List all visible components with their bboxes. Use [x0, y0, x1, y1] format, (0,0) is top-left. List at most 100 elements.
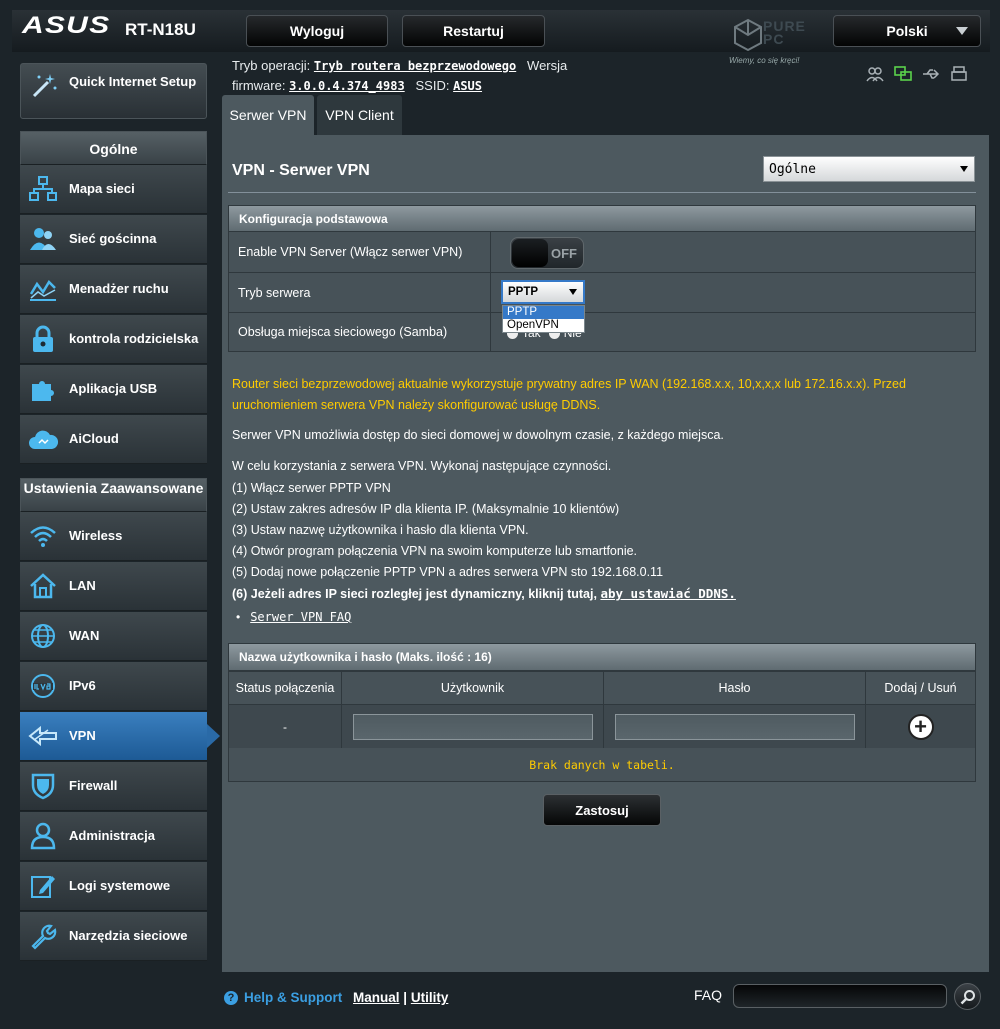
printer-icon[interactable]: [950, 66, 968, 82]
nav-label: Sieć gościnna: [69, 231, 157, 246]
search-icon: [960, 989, 975, 1004]
faq-search-input[interactable]: [733, 984, 947, 1008]
tab-vpn-client[interactable]: VPN Client: [317, 95, 402, 135]
quick-internet-setup-button[interactable]: Quick Internet Setup: [20, 63, 207, 119]
guest-users-icon: [28, 224, 58, 254]
advanced-section-head: Ustawienia Zaawansowane: [20, 478, 207, 512]
nav-label: IPv6: [69, 678, 96, 693]
steps-intro: W celu korzystania z serwera VPN. Wykona…: [232, 459, 612, 473]
shield-icon: [28, 771, 58, 801]
nav-lan[interactable]: LAN: [20, 562, 207, 611]
nav-parental-control[interactable]: kontrola rodzicielska: [20, 315, 207, 364]
add-user-plus-icon[interactable]: +: [907, 713, 934, 740]
basic-config-head: Konfiguracja podstawowa: [228, 205, 976, 232]
usb-icon[interactable]: [922, 66, 940, 82]
watermark-logo: PURE PC Wiemy, co się kręci!: [729, 18, 821, 66]
divider: [228, 192, 976, 193]
server-mode-select[interactable]: PPTP: [501, 280, 585, 304]
username-input[interactable]: [352, 713, 593, 740]
search-button[interactable]: [954, 983, 981, 1010]
version-label: Wersja: [527, 58, 568, 73]
nav-administration[interactable]: Administracja: [20, 812, 207, 861]
language-value: Polski: [886, 23, 928, 39]
password-input[interactable]: [614, 713, 855, 740]
clients-icon[interactable]: [866, 66, 884, 82]
logout-button[interactable]: Wyloguj: [246, 15, 388, 47]
network-status-icon[interactable]: [894, 66, 912, 82]
nav-label: kontrola rodzicielska: [69, 331, 199, 346]
nav-label: WAN: [69, 628, 100, 643]
nav-network-tools[interactable]: Narzędzia sieciowe: [20, 912, 207, 961]
nav-aicloud[interactable]: AiCloud: [20, 415, 207, 464]
page-title: VPN - Serwer VPN: [232, 162, 370, 179]
wrench-icon: [28, 921, 58, 951]
footer-links: Manual | Utility: [353, 990, 448, 1005]
server-mode-label: Tryb serwera: [238, 286, 311, 300]
nav-wireless[interactable]: Wireless: [20, 512, 207, 561]
firmware-link[interactable]: 3.0.0.4.374_4983: [289, 79, 405, 93]
admin-user-icon: [28, 821, 58, 851]
nav-system-log[interactable]: Logi systemowe: [20, 862, 207, 911]
step-item: (4) Otwór program połączenia VPN na swoi…: [232, 544, 638, 558]
nav-label: Aplikacja USB: [69, 381, 158, 396]
option-openvpn[interactable]: OpenVPN: [503, 319, 584, 332]
toggle-state: OFF: [551, 246, 577, 261]
qis-label: Quick Internet Setup: [69, 74, 197, 89]
vpn-faq-link[interactable]: Serwer VPN FAQ: [250, 610, 351, 624]
view-select-value: Ogólne: [769, 161, 816, 177]
nav-ipv6[interactable]: IPv6: [20, 662, 207, 711]
apply-button[interactable]: Zastosuj: [543, 794, 661, 826]
steps-list: (1) Włącz serwer PPTP VPN (2) Ustaw zakr…: [232, 478, 736, 605]
server-mode-dropdown: PPTP OpenVPN: [502, 305, 585, 333]
step-item: (5) Dodaj nowe połączenie PPTP VPN a adr…: [232, 565, 664, 579]
vpn-server-toggle[interactable]: OFF: [510, 237, 584, 269]
col-password: Hasło: [604, 672, 866, 749]
nav-traffic-manager[interactable]: Menadżer ruchu: [20, 265, 207, 314]
nav-label: Narzędzia sieciowe: [69, 928, 188, 943]
tab-vpn-server[interactable]: Serwer VPN: [222, 95, 314, 135]
ddns-notice: Router sieci bezprzewodowej aktualnie wy…: [232, 377, 906, 412]
puzzle-icon: [28, 374, 58, 404]
network-map-icon: [28, 174, 58, 204]
view-select[interactable]: Ogólne: [763, 156, 975, 182]
nav-network-map[interactable]: Mapa sieci: [20, 165, 207, 214]
col-username: Użytkownik: [342, 672, 604, 749]
brand-logo: ASUS: [22, 12, 111, 39]
nav-guest-network[interactable]: Sieć gościnna: [20, 215, 207, 264]
samba-label: Obsługa miejsca sieciowego (Samba): [238, 325, 448, 339]
nav-wan[interactable]: WAN: [20, 612, 207, 661]
vpn-description: Serwer VPN umożliwia dostęp do sieci dom…: [232, 428, 724, 442]
ddns-link[interactable]: aby ustawiać DDNS.: [600, 586, 735, 601]
help-support-link[interactable]: ? Help & Support: [224, 990, 342, 1005]
edit-log-icon: [28, 871, 58, 901]
col-header: Hasło: [604, 672, 865, 705]
vpn-icon: [28, 721, 58, 751]
step-item: (1) Włącz serwer PPTP VPN: [232, 481, 391, 495]
ssid-link[interactable]: ASUS: [453, 79, 482, 93]
status-cell: -: [229, 705, 341, 748]
empty-table-message: Brak danych w tabeli.: [228, 748, 976, 782]
option-pptp[interactable]: PPTP: [503, 306, 584, 319]
op-mode-link[interactable]: Tryb routera bezprzewodowego: [314, 59, 516, 73]
nav-vpn[interactable]: VPN: [20, 712, 220, 761]
manual-link[interactable]: Manual: [353, 990, 400, 1005]
utility-link[interactable]: Utility: [411, 990, 449, 1005]
chevron-down-icon: [569, 289, 577, 295]
ssid-label: SSID:: [415, 78, 450, 93]
server-mode-value: PPTP: [508, 286, 539, 298]
link-separator: |: [403, 990, 408, 1005]
step-item: (6) Jeżeli adres IP sieci rozległej jest…: [232, 583, 736, 605]
enable-vpn-label: Enable VPN Server (Włącz serwer VPN): [238, 245, 463, 259]
chevron-down-icon: [960, 166, 968, 172]
enable-vpn-row: Enable VPN Server (Włącz serwer VPN): [228, 232, 976, 273]
home-icon: [28, 571, 58, 601]
restart-button[interactable]: Restartuj: [402, 15, 545, 47]
col-header: Użytkownik: [342, 672, 603, 705]
nav-usb-application[interactable]: Aplikacja USB: [20, 365, 207, 414]
nav-firewall[interactable]: Firewall: [20, 762, 207, 811]
step-item: (2) Ustaw zakres adresów IP dla klienta …: [232, 502, 620, 516]
nav-label: Logi systemowe: [69, 878, 171, 893]
language-select[interactable]: Polski: [833, 15, 981, 47]
firmware-label: firmware:: [232, 78, 286, 93]
step6-text: (6) Jeżeli adres IP sieci rozległej jest…: [232, 587, 597, 601]
